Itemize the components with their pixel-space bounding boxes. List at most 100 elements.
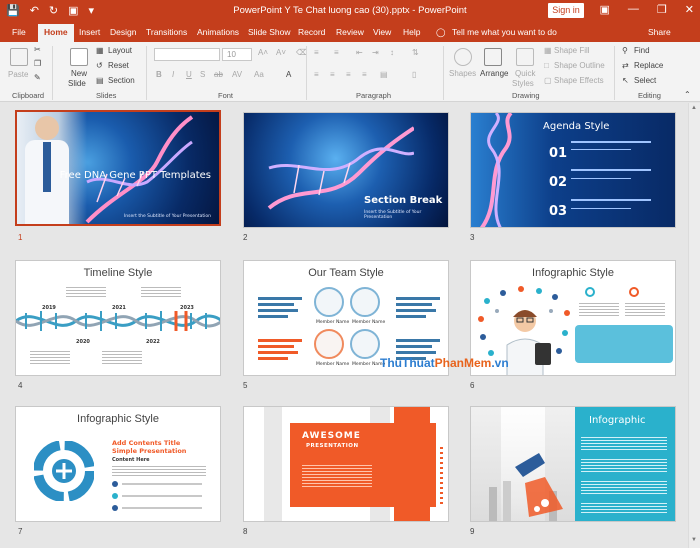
title-bar: 💾 ↶ ↻ ▣ ▾ PowerPoint Y Te Chat luong cao… [0, 0, 700, 22]
restore-icon[interactable]: ❐ [657, 3, 667, 16]
ribbon-display-icon[interactable]: ▣ [600, 3, 610, 16]
reset-icon: ↺ [96, 61, 103, 70]
reset-button[interactable]: Reset [108, 61, 129, 70]
scroll-up-icon[interactable]: ▲ [691, 105, 697, 111]
tab-design[interactable]: Design [110, 27, 136, 37]
bullets-icon[interactable]: ≡ [314, 48, 319, 57]
font-name-box[interactable] [154, 48, 220, 61]
shape-outline-icon: □ [544, 61, 549, 70]
decrease-indent-icon[interactable]: ⇤ [356, 48, 363, 57]
replace-button[interactable]: Replace [634, 61, 663, 70]
section-button[interactable]: Section [108, 76, 135, 85]
find-button[interactable]: Find [634, 46, 650, 55]
select-icon: ↖ [622, 76, 629, 85]
slide-number-3: 3 [470, 233, 475, 242]
drawing-group-label: Drawing [512, 91, 540, 100]
tab-transitions[interactable]: Transitions [146, 27, 187, 37]
justify-icon[interactable]: ≡ [362, 70, 367, 79]
member-name-2: Member Name [352, 320, 386, 325]
new-slide-button-line2[interactable]: Slide [68, 79, 86, 88]
spacing-icon[interactable]: AV [232, 70, 242, 79]
shape-outline-button[interactable]: Shape Outline [554, 61, 605, 70]
collapse-ribbon-icon[interactable]: ⌃ [684, 90, 691, 99]
sign-in-button[interactable]: Sign in [548, 3, 584, 18]
italic-icon[interactable]: I [172, 70, 174, 79]
timeline-year-1: 2019 [42, 305, 56, 311]
slide-number-4: 4 [18, 381, 23, 390]
smartart-icon[interactable]: ▯ [412, 70, 416, 79]
slide-1-title: Free DNA Gene PPT Templates [59, 170, 211, 181]
shape-effects-button[interactable]: Shape Effects [554, 76, 604, 85]
tab-view[interactable]: View [373, 27, 391, 37]
increase-font-icon[interactable]: A˄ [258, 48, 268, 57]
slide-7-heading-2: Simple Presentation [112, 447, 187, 455]
select-button[interactable]: Select [634, 76, 656, 85]
tab-animations[interactable]: Animations [197, 27, 239, 37]
tab-review[interactable]: Review [336, 27, 364, 37]
bold-icon[interactable]: B [156, 70, 162, 79]
cut-icon[interactable]: ✂ [34, 45, 41, 54]
close-icon[interactable]: ✕ [685, 3, 694, 16]
slide-thumbnail-2[interactable]: Section Break Insert the Subtitle of You… [243, 112, 449, 228]
paste-button[interactable]: Paste [8, 70, 28, 79]
new-slide-button[interactable]: New [71, 69, 87, 78]
slide-number-1: 1 [18, 233, 23, 242]
arrange-icon[interactable] [484, 48, 502, 66]
dna-helix-image [479, 113, 513, 227]
font-size-box[interactable]: 10 [222, 48, 252, 61]
font-color-icon[interactable]: A [286, 70, 291, 79]
slide-thumbnail-8[interactable]: AWESOME PRESENTATION [243, 406, 449, 522]
shadow-icon[interactable]: S [200, 70, 205, 79]
tab-record[interactable]: Record [298, 27, 325, 37]
shapes-button[interactable]: Shapes [449, 69, 476, 78]
align-left-icon[interactable]: ≡ [314, 70, 319, 79]
font-group-label: Font [218, 91, 234, 100]
slide-thumbnail-9[interactable]: Infographic [470, 406, 676, 522]
shapes-icon[interactable] [454, 48, 472, 66]
tab-file[interactable]: File [12, 27, 26, 37]
timeline-year-5: 2023 [180, 305, 194, 311]
numbering-icon[interactable]: ≡ [334, 48, 339, 57]
slide-thumbnail-3[interactable]: Agenda Style 01 02 03 [470, 112, 676, 228]
scroll-down-icon[interactable]: ▼ [691, 537, 697, 543]
columns-icon[interactable]: ▤ [380, 70, 388, 79]
layout-button[interactable]: Layout [108, 46, 132, 55]
slide-thumbnail-4[interactable]: Timeline Style 2019 2020 2021 2022 2023 [15, 260, 221, 376]
vertical-scrollbar[interactable]: ▲ ▼ [688, 103, 700, 548]
slide-1-subtitle: Insert the Subtitle of Your Presentation [123, 214, 211, 219]
copy-icon[interactable]: ❐ [34, 59, 41, 68]
minimize-icon[interactable]: — [628, 3, 639, 16]
timeline-year-2: 2020 [76, 339, 90, 345]
strikethrough-icon[interactable]: ab [214, 70, 223, 79]
watermark-logo: ThuThuatPhanMem.vn [380, 356, 509, 370]
paste-icon[interactable] [10, 48, 28, 66]
arrange-button[interactable]: Arrange [480, 69, 508, 78]
format-painter-icon[interactable]: ✎ [34, 73, 41, 82]
slide-4-title: Timeline Style [83, 267, 153, 279]
line-spacing-icon[interactable]: ↕ [390, 48, 394, 57]
tab-home[interactable]: Home [38, 24, 74, 42]
align-center-icon[interactable]: ≡ [330, 70, 335, 79]
agenda-item-3: 03 [549, 204, 568, 219]
tell-me-search[interactable]: Tell me what you want to do [452, 27, 557, 37]
slide-thumbnail-7[interactable]: Infographic Style Add Contents Title Sim… [15, 406, 221, 522]
slide-thumbnail-1[interactable]: Free DNA Gene PPT Templates Insert the S… [15, 110, 221, 226]
quick-styles-button-line2[interactable]: Styles [512, 79, 534, 88]
align-right-icon[interactable]: ≡ [346, 70, 351, 79]
decrease-font-icon[interactable]: A˅ [276, 48, 286, 57]
share-button[interactable]: Share [648, 27, 671, 37]
slide-sorter: Free DNA Gene PPT Templates Insert the S… [0, 103, 688, 548]
increase-indent-icon[interactable]: ⇥ [372, 48, 379, 57]
slide-number-6: 6 [470, 381, 475, 390]
new-slide-icon[interactable] [70, 48, 88, 66]
watermark-part-3: .vn [491, 356, 509, 370]
shape-fill-button[interactable]: Shape Fill [554, 46, 590, 55]
quick-styles-icon[interactable] [516, 48, 534, 66]
tab-slide-show[interactable]: Slide Show [248, 27, 291, 37]
quick-styles-button[interactable]: Quick [515, 69, 535, 78]
underline-icon[interactable]: U [186, 70, 192, 79]
text-direction-icon[interactable]: ⇅ [412, 48, 419, 57]
tab-insert[interactable]: Insert [79, 27, 100, 37]
tab-help[interactable]: Help [403, 27, 420, 37]
change-case-icon[interactable]: Aa [254, 70, 264, 79]
